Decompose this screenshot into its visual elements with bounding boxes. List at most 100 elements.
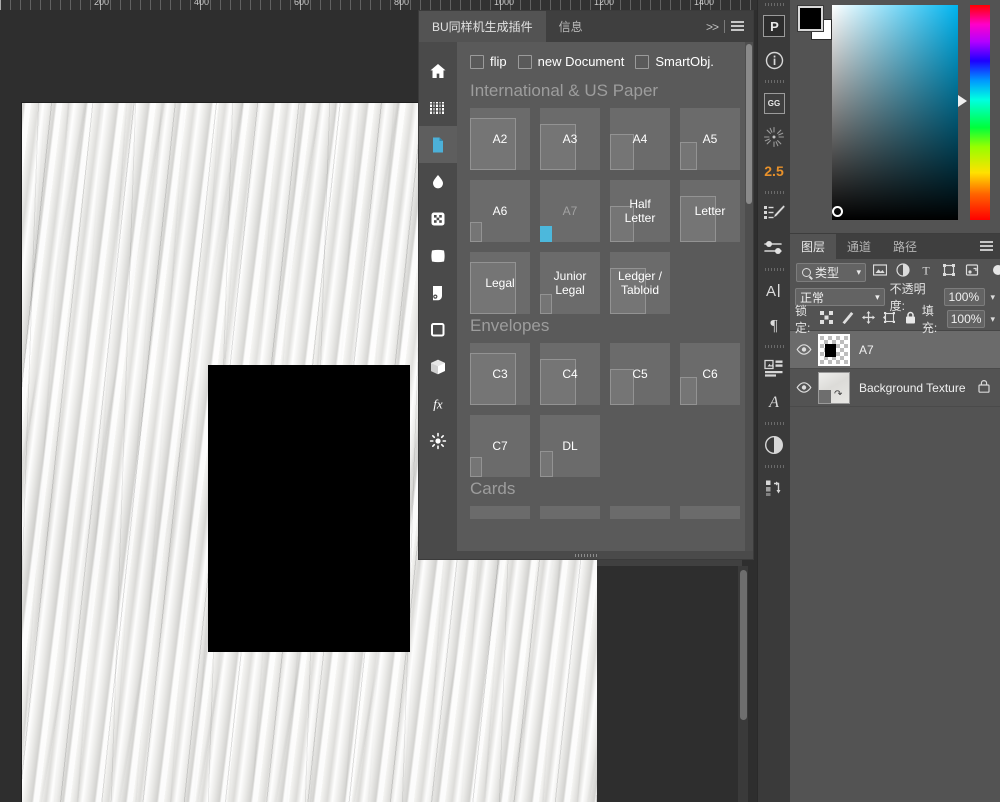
tile-c3[interactable]: C3 [470,343,530,405]
lock-all-icon[interactable] [904,311,917,327]
tile-c4[interactable]: C4 [540,343,600,405]
tile-empty[interactable] [680,506,740,519]
hamburger-icon[interactable] [731,21,744,32]
lock-transparency-icon[interactable] [819,311,833,327]
tile-a4[interactable]: A4 [610,108,670,170]
gg-badge-icon[interactable]: GG [758,86,791,120]
plugin-icon-rail[interactable]: fx [419,42,457,551]
shape-filter-icon[interactable] [942,263,956,282]
chevron-down-icon[interactable]: ▾ [856,267,861,278]
plugin-resize-handle[interactable] [419,551,753,559]
option-flip[interactable]: flip [470,54,507,69]
option-new-document[interactable]: new Document [517,54,624,69]
option-smartobj[interactable]: SmartObj. [635,54,714,69]
lock-row[interactable]: 锁定: 填充: 100% ▾ [790,304,1000,335]
sparkle-burst-icon[interactable] [758,120,791,154]
tile-c6[interactable]: C6 [680,343,740,405]
tile-c7[interactable]: C7 [470,415,530,477]
chevron-down-icon[interactable]: ▾ [875,292,880,303]
a7-black-rectangle-layer[interactable] [208,365,410,652]
smart-object-filter-icon[interactable] [965,263,979,282]
fill-input[interactable]: 100% [946,310,986,328]
tile-ledger-tabloid[interactable]: Ledger / Tabloid [610,252,670,314]
plugin-vertical-scrollbar[interactable] [745,42,753,551]
layer-list[interactable]: A7 ↷ Background Texture [790,330,1000,407]
plugin-options-row[interactable]: flip new Document SmartObj. [457,42,753,79]
toggle-filter-icon[interactable] [988,263,1000,282]
layer-name[interactable]: A7 [850,343,994,357]
lock-image-icon[interactable] [841,311,854,327]
hue-strip[interactable] [970,5,990,220]
tile-dl[interactable]: DL [540,415,600,477]
tile-c5[interactable]: C5 [610,343,670,405]
home-icon[interactable] [419,52,457,89]
canvas-vertical-scrollbar[interactable] [738,566,748,802]
tile-a6[interactable]: A6 [470,180,530,242]
layer-row[interactable]: A7 [790,331,1000,369]
color-panel[interactable] [790,0,1000,233]
lock-artboard-icon[interactable] [882,311,896,327]
checker-pattern-icon[interactable] [419,200,457,237]
layer-thumbnail[interactable] [818,333,850,366]
tile-a5[interactable]: A5 [680,108,740,170]
opacity-input[interactable]: 100% [944,288,986,306]
fill-chevron-down-icon[interactable]: ▾ [990,314,995,325]
square-icon[interactable] [419,311,457,348]
library-icon[interactable] [758,351,791,385]
eye-icon[interactable] [790,382,818,393]
checkbox-icon[interactable] [635,54,650,69]
pixel-filter-icon[interactable] [872,263,888,282]
history-icon[interactable] [758,471,791,505]
blend-mode-row[interactable]: 正常 ▾ 不透明度: 100% ▾ [790,282,1000,313]
opacity-chevron-down-icon[interactable]: ▾ [990,292,995,303]
tile-a2[interactable]: A2 [470,108,530,170]
character-panel-icon[interactable]: A [758,274,791,308]
version-number[interactable]: 2.5 [758,154,791,188]
layer-name[interactable]: Background Texture [850,381,978,395]
sun-icon[interactable] [419,422,457,459]
lock-position-icon[interactable] [861,311,875,327]
adjustments-icon[interactable] [758,428,791,462]
tile-empty[interactable] [540,506,600,519]
tile-empty[interactable] [610,506,670,519]
tab-channels[interactable]: 通道 [836,234,882,259]
brush-preset-icon[interactable] [758,197,791,231]
overflow-chevron-icon[interactable]: >> [706,20,719,34]
plugin-panel[interactable]: BU同样机生成插件 信息 >> fx flip new Document Sma… [418,10,754,560]
tab-paths[interactable]: 路径 [882,234,928,259]
tab-bu-plugin[interactable]: BU同样机生成插件 [419,11,546,42]
paragraph-panel-icon[interactable]: ¶ [758,308,791,342]
layer-filter-type-select[interactable]: 类型 ▾ [796,263,866,282]
layers-panel[interactable]: 图层 通道 路径 类型 ▾ T 正常 ▾ 不透明度: 100% ▾ 锁定: 填充… [790,233,1000,802]
color-swatches[interactable] [797,5,832,40]
tile-junior-legal[interactable]: Junior Legal [540,252,600,314]
layer-row[interactable]: ↷ Background Texture [790,369,1000,407]
page-curl-icon[interactable] [419,274,457,311]
hue-slider-cursor[interactable] [958,95,967,107]
info-circle-icon[interactable] [758,43,791,77]
tile-half-letter[interactable]: Half Letter [610,180,670,242]
sv-picker-cursor[interactable] [832,206,843,217]
right-icon-dock[interactable]: P GG 2.5 A ¶ A [757,0,790,802]
tile-letter[interactable]: Letter [680,180,740,242]
tile-a7[interactable]: A7 [540,180,600,242]
layers-tab-bar[interactable]: 图层 通道 路径 [790,234,1000,259]
droplet-icon[interactable] [419,163,457,200]
tile-legal[interactable]: Legal [470,252,530,314]
photoshop-p-icon[interactable]: P [758,9,791,43]
document-icon[interactable] [419,126,457,163]
fx-icon[interactable]: fx [419,385,457,422]
brush-settings-icon[interactable] [758,231,791,265]
foreground-color-swatch[interactable] [797,5,824,32]
layer-thumbnail[interactable]: ↷ [818,371,850,404]
cube-icon[interactable] [419,348,457,385]
barcode-icon[interactable] [419,89,457,126]
eye-icon[interactable] [790,344,818,355]
tab-info[interactable]: 信息 [546,11,596,42]
checkbox-icon[interactable] [517,54,532,69]
layers-menu-hamburger-icon[interactable] [980,241,993,252]
tab-layers[interactable]: 图层 [790,234,837,259]
tile-empty[interactable] [470,506,530,519]
tile-a3[interactable]: A3 [540,108,600,170]
checkbox-icon[interactable] [470,54,484,69]
